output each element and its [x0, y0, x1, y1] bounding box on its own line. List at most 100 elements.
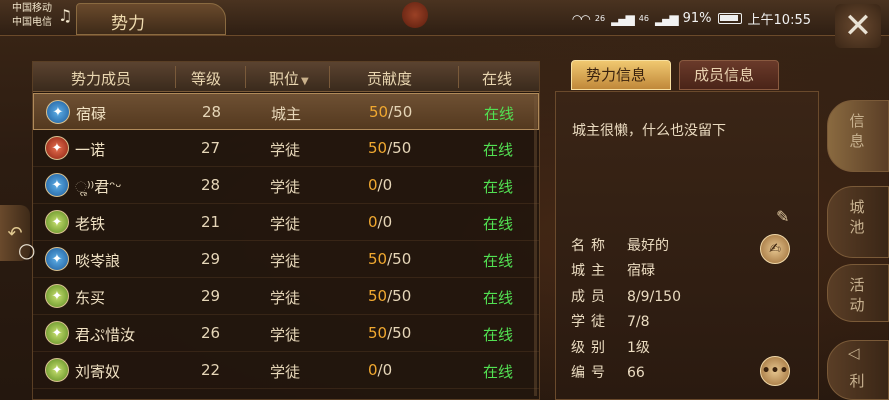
- play-triangle-icon: ◁: [848, 344, 860, 362]
- table-row[interactable]: ✦ 东买 29 学徒 50/50 在线: [33, 278, 539, 315]
- contribution-current: 0: [368, 361, 378, 379]
- avatar: ✦: [45, 247, 69, 271]
- member-position: 学徒: [270, 178, 301, 196]
- music-note-icon: ♫: [58, 6, 73, 25]
- tab-member-info[interactable]: 成员信息: [679, 60, 779, 90]
- network-type-2: 46: [638, 13, 649, 23]
- rename-button[interactable]: ✍: [760, 234, 790, 264]
- info-grade-label: 级别: [571, 340, 611, 356]
- table-row[interactable]: ✦ 君ぷ惜汝 26 学徒 50/50 在线: [33, 315, 539, 352]
- avatar: ✦: [45, 321, 69, 345]
- info-number-label: 编号: [571, 365, 611, 381]
- contribution-max: /50: [388, 103, 413, 121]
- member-contribution: 50/50: [368, 324, 411, 342]
- table-scrollbar[interactable]: [534, 96, 537, 396]
- online-status: 在线: [483, 326, 514, 344]
- member-name: ૢ⁾⁾君ᵔᵕ: [75, 178, 122, 196]
- contribution-current: 0: [368, 213, 378, 231]
- info-apprentice-value: 7/8: [627, 314, 650, 330]
- close-button[interactable]: ✕: [835, 4, 881, 48]
- member-name: 啖岺誏: [75, 252, 121, 270]
- table-row[interactable]: ✦ 一诺 27 学徒 50/50 在线: [33, 130, 539, 167]
- side-tab-activity[interactable]: 活动: [827, 264, 889, 322]
- battery-icon: [717, 13, 742, 24]
- header-divider: [329, 66, 330, 88]
- tab-faction-info[interactable]: 势力信息: [571, 60, 671, 90]
- info-apprentice-row: 学徒 7/8: [571, 311, 650, 331]
- side-tab-benefit[interactable]: ◁ 利: [827, 340, 889, 400]
- close-icon: ✕: [843, 6, 873, 46]
- member-position: 学徒: [270, 363, 301, 381]
- announcement-box: 城主很懒，什么也没留下 ✎: [566, 107, 796, 226]
- contribution-current: 50: [368, 250, 388, 268]
- contribution-max: /50: [387, 324, 412, 342]
- member-contribution: 0/0: [368, 213, 392, 231]
- member-contribution: 50/50: [368, 287, 411, 305]
- info-name-value: 最好的: [627, 238, 669, 254]
- header-position[interactable]: 职位 ▼: [269, 68, 309, 89]
- side-tab-city-label: 城池: [849, 198, 865, 236]
- table-header: 势力成员 等级 职位 ▼ 贡献度 在线: [33, 62, 539, 92]
- table-row[interactable]: ✦ 老铁 21 学徒 0/0 在线: [33, 204, 539, 241]
- carrier-1: 中国移动: [12, 3, 52, 14]
- contribution-max: /0: [377, 176, 393, 194]
- header-online[interactable]: 在线: [482, 68, 512, 89]
- side-tab-city[interactable]: 城池: [827, 186, 889, 258]
- member-contribution: 50/50: [368, 139, 411, 157]
- table-row[interactable]: ✦ 刘寄奴 22 学徒 0/0 在线: [33, 352, 539, 389]
- contribution-max: /50: [387, 250, 412, 268]
- window-title-tab: 势力: [76, 3, 226, 35]
- contribution-current: 50: [369, 103, 389, 121]
- battery-percent: 91%: [682, 11, 712, 26]
- avatar: ✦: [45, 173, 69, 197]
- member-position: 学徒: [270, 326, 301, 344]
- member-position: 学徒: [270, 141, 301, 159]
- table-body: ✦ 宿碌 28 城主 50/50 在线 ✦ 一诺 27 学徒 50/50 在线 …: [33, 93, 539, 389]
- window-title: 势力: [111, 14, 145, 34]
- side-tab-info-label: 信息: [849, 112, 865, 150]
- contribution-max: /0: [377, 213, 393, 231]
- info-lord-row: 城主 宿碌: [571, 260, 655, 280]
- info-apprentice-label: 学徒: [571, 314, 611, 330]
- member-level: 22: [201, 361, 221, 379]
- member-table: 势力成员 等级 职位 ▼ 贡献度 在线 ✦ 宿碌 28 城主 50/50 在线 ✦…: [32, 61, 540, 400]
- member-contribution: 50/50: [369, 103, 412, 121]
- header-contribution[interactable]: 贡献度: [367, 68, 412, 89]
- header-divider: [175, 66, 176, 88]
- member-name: 君ぷ惜汝: [75, 326, 136, 344]
- header-member[interactable]: 势力成员: [71, 68, 131, 89]
- clock: 上午10:55: [747, 13, 811, 28]
- table-row[interactable]: ✦ 啖岺誏 29 学徒 50/50 在线: [33, 241, 539, 278]
- quill-icon: ✍: [769, 241, 781, 257]
- system-status: ◠◠ 26 ▂▄▆ 46 ▂▄▆ 91% 上午10:55: [572, 9, 811, 28]
- header-level[interactable]: 等级: [191, 68, 221, 89]
- table-row[interactable]: ✦ ૢ⁾⁾君ᵔᵕ 28 学徒 0/0 在线: [33, 167, 539, 204]
- online-status: 在线: [483, 215, 514, 233]
- side-tab-info[interactable]: 信息: [827, 100, 889, 172]
- member-contribution: 0/0: [368, 361, 392, 379]
- contribution-max: /0: [377, 361, 393, 379]
- member-name: 老铁: [75, 215, 106, 233]
- edit-brush-icon[interactable]: ✎: [776, 207, 789, 226]
- wifi-icon: ◠◠: [571, 11, 591, 26]
- top-bar: 中国移动 中国电信 ♫ 势力 ◠◠ 26 ▂▄▆ 46 ▂▄▆ 91% 上午10…: [0, 0, 889, 36]
- info-members-row: 成员 8/9/150: [571, 286, 681, 306]
- info-grade-row: 级别 1级: [571, 337, 650, 357]
- table-row[interactable]: ✦ 宿碌 28 城主 50/50 在线: [33, 93, 539, 130]
- contribution-current: 50: [368, 139, 388, 157]
- more-button[interactable]: •••: [760, 356, 790, 386]
- member-level: 29: [201, 250, 221, 268]
- online-status: 在线: [484, 105, 515, 123]
- member-name: 东买: [75, 289, 106, 307]
- info-members-label: 成员: [571, 289, 611, 305]
- online-status: 在线: [483, 252, 514, 270]
- carrier-2: 中国电信: [12, 17, 52, 28]
- member-level: 21: [201, 213, 221, 231]
- member-level: 27: [201, 139, 221, 157]
- info-grade-value: 1级: [627, 340, 650, 356]
- member-level: 29: [201, 287, 221, 305]
- member-position: 学徒: [270, 289, 301, 307]
- info-lord-value: 宿碌: [627, 263, 655, 279]
- circle-icon: ○: [18, 238, 36, 262]
- member-level: 26: [201, 324, 221, 342]
